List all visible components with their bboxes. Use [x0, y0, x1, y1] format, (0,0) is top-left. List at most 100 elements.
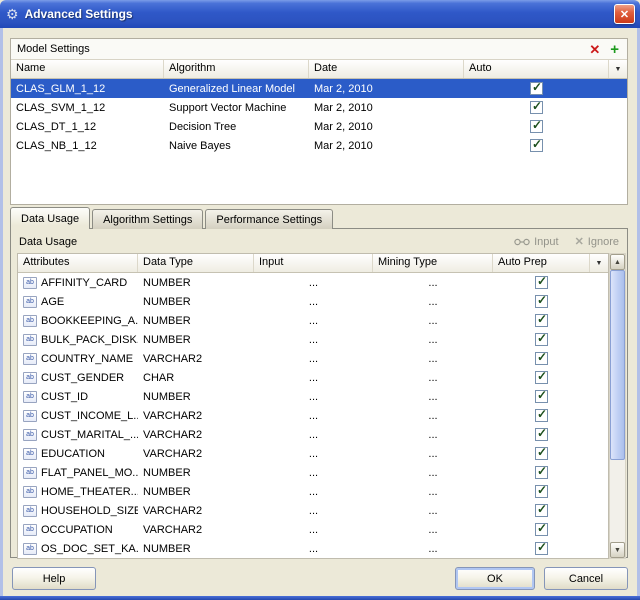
- mining-type-cell[interactable]: ...: [373, 334, 493, 346]
- cancel-button[interactable]: Cancel: [544, 567, 628, 590]
- titlebar[interactable]: ⚙ Advanced Settings ✕: [0, 0, 640, 28]
- model-column-chooser-button[interactable]: ▼: [609, 60, 627, 78]
- attribute-row[interactable]: FLAT_PANEL_MO... NUMBER ... ...: [18, 463, 608, 482]
- column-header-input[interactable]: Input: [254, 254, 373, 272]
- vertical-scrollbar[interactable]: ▲ ▼: [609, 253, 626, 559]
- column-header-date[interactable]: Date: [309, 60, 464, 78]
- column-header-mining-type[interactable]: Mining Type: [373, 254, 493, 272]
- mining-type-cell[interactable]: ...: [373, 543, 493, 555]
- column-header-algorithm[interactable]: Algorithm: [164, 60, 309, 78]
- ignore-icon: ✕: [575, 237, 584, 248]
- attribute-row[interactable]: HOUSEHOLD_SIZE VARCHAR2 ... ...: [18, 501, 608, 520]
- ignore-button[interactable]: ✕ Ignore: [575, 236, 619, 248]
- auto-prep-checkbox[interactable]: [535, 276, 548, 289]
- auto-prep-checkbox[interactable]: [535, 485, 548, 498]
- attribute-row[interactable]: BOOKKEEPING_A... NUMBER ... ...: [18, 311, 608, 330]
- auto-checkbox[interactable]: [530, 82, 543, 95]
- mining-type-cell[interactable]: ...: [373, 277, 493, 289]
- attribute-row[interactable]: EDUCATION VARCHAR2 ... ...: [18, 444, 608, 463]
- auto-prep-checkbox[interactable]: [535, 542, 548, 555]
- input-cell[interactable]: ...: [254, 277, 373, 289]
- input-cell[interactable]: ...: [254, 315, 373, 327]
- input-cell[interactable]: ...: [254, 486, 373, 498]
- auto-checkbox[interactable]: [530, 139, 543, 152]
- input-cell[interactable]: ...: [254, 505, 373, 517]
- input-cell[interactable]: ...: [254, 353, 373, 365]
- mining-type-cell[interactable]: ...: [373, 505, 493, 517]
- auto-prep-checkbox[interactable]: [535, 371, 548, 384]
- input-cell[interactable]: ...: [254, 391, 373, 403]
- auto-prep-checkbox[interactable]: [535, 352, 548, 365]
- attribute-row[interactable]: OCCUPATION VARCHAR2 ... ...: [18, 520, 608, 539]
- mining-type-cell[interactable]: ...: [373, 315, 493, 327]
- input-cell[interactable]: ...: [254, 543, 373, 555]
- input-cell[interactable]: ...: [254, 448, 373, 460]
- input-cell[interactable]: ...: [254, 372, 373, 384]
- tab-data-usage[interactable]: Data Usage: [10, 207, 90, 229]
- attribute-row[interactable]: BULK_PACK_DISK... NUMBER ... ...: [18, 330, 608, 349]
- model-row[interactable]: CLAS_GLM_1_12 Generalized Linear Model M…: [11, 79, 627, 98]
- attribute-row[interactable]: HOME_THEATER... NUMBER ... ...: [18, 482, 608, 501]
- auto-prep-checkbox[interactable]: [535, 295, 548, 308]
- add-model-icon[interactable]: +: [610, 42, 619, 57]
- mining-type-cell[interactable]: ...: [373, 410, 493, 422]
- auto-prep-checkbox[interactable]: [535, 447, 548, 460]
- attribute-row[interactable]: CUST_INCOME_L... VARCHAR2 ... ...: [18, 406, 608, 425]
- model-row[interactable]: CLAS_DT_1_12 Decision Tree Mar 2, 2010: [11, 117, 627, 136]
- mining-type-cell[interactable]: ...: [373, 353, 493, 365]
- attribute-row[interactable]: AFFINITY_CARD NUMBER ... ...: [18, 273, 608, 292]
- mining-type-cell[interactable]: ...: [373, 296, 493, 308]
- model-row[interactable]: CLAS_SVM_1_12 Support Vector Machine Mar…: [11, 98, 627, 117]
- auto-checkbox[interactable]: [530, 120, 543, 133]
- attribute-row[interactable]: AGE NUMBER ... ...: [18, 292, 608, 311]
- auto-prep-checkbox[interactable]: [535, 409, 548, 422]
- mining-type-cell[interactable]: ...: [373, 486, 493, 498]
- mining-type-cell[interactable]: ...: [373, 391, 493, 403]
- auto-prep-checkbox[interactable]: [535, 523, 548, 536]
- input-cell[interactable]: ...: [254, 334, 373, 346]
- auto-prep-checkbox[interactable]: [535, 333, 548, 346]
- mining-type-cell[interactable]: ...: [373, 372, 493, 384]
- mining-type-cell[interactable]: ...: [373, 448, 493, 460]
- attribute-row[interactable]: OS_DOC_SET_KA... NUMBER ... ...: [18, 539, 608, 558]
- auto-prep-cell: [493, 390, 590, 403]
- input-cell[interactable]: ...: [254, 410, 373, 422]
- input-button[interactable]: Input: [514, 236, 558, 248]
- mining-type-cell[interactable]: ...: [373, 467, 493, 479]
- mining-type-cell[interactable]: ...: [373, 429, 493, 441]
- column-header-auto[interactable]: Auto: [464, 60, 609, 78]
- ok-button[interactable]: OK: [455, 567, 535, 590]
- scrollbar-thumb[interactable]: [610, 270, 625, 460]
- auto-prep-checkbox[interactable]: [535, 504, 548, 517]
- input-cell[interactable]: ...: [254, 524, 373, 536]
- auto-prep-checkbox[interactable]: [535, 314, 548, 327]
- column-header-data-type[interactable]: Data Type: [138, 254, 254, 272]
- scroll-down-button[interactable]: ▼: [610, 542, 625, 558]
- auto-prep-checkbox[interactable]: [535, 390, 548, 403]
- help-button[interactable]: Help: [12, 567, 96, 590]
- column-header-name[interactable]: Name: [11, 60, 164, 78]
- input-cell[interactable]: ...: [254, 467, 373, 479]
- tab-algorithm-settings[interactable]: Algorithm Settings: [92, 209, 203, 229]
- auto-prep-checkbox[interactable]: [535, 428, 548, 441]
- attribute-icon: [23, 505, 37, 517]
- delete-model-icon[interactable]: ✕: [589, 43, 600, 56]
- auto-checkbox[interactable]: [530, 101, 543, 114]
- model-row[interactable]: CLAS_NB_1_12 Naive Bayes Mar 2, 2010: [11, 136, 627, 155]
- tab-performance-settings[interactable]: Performance Settings: [205, 209, 333, 229]
- input-cell[interactable]: ...: [254, 429, 373, 441]
- attribute-row[interactable]: COUNTRY_NAME VARCHAR2 ... ...: [18, 349, 608, 368]
- auto-prep-checkbox[interactable]: [535, 466, 548, 479]
- close-button[interactable]: ✕: [614, 4, 635, 24]
- scroll-up-button[interactable]: ▲: [610, 254, 625, 270]
- attribute-row[interactable]: CUST_MARITAL_... VARCHAR2 ... ...: [18, 425, 608, 444]
- column-header-auto-prep[interactable]: Auto Prep: [493, 254, 590, 272]
- auto-prep-cell: [493, 409, 590, 422]
- mining-type-cell[interactable]: ...: [373, 524, 493, 536]
- column-header-attributes[interactable]: Attributes: [18, 254, 138, 272]
- attributes-column-chooser-button[interactable]: ▼: [590, 254, 608, 272]
- input-cell[interactable]: ...: [254, 296, 373, 308]
- tab-bar: Data Usage Algorithm Settings Performanc…: [10, 207, 335, 229]
- attribute-row[interactable]: CUST_GENDER CHAR ... ...: [18, 368, 608, 387]
- attribute-row[interactable]: CUST_ID NUMBER ... ...: [18, 387, 608, 406]
